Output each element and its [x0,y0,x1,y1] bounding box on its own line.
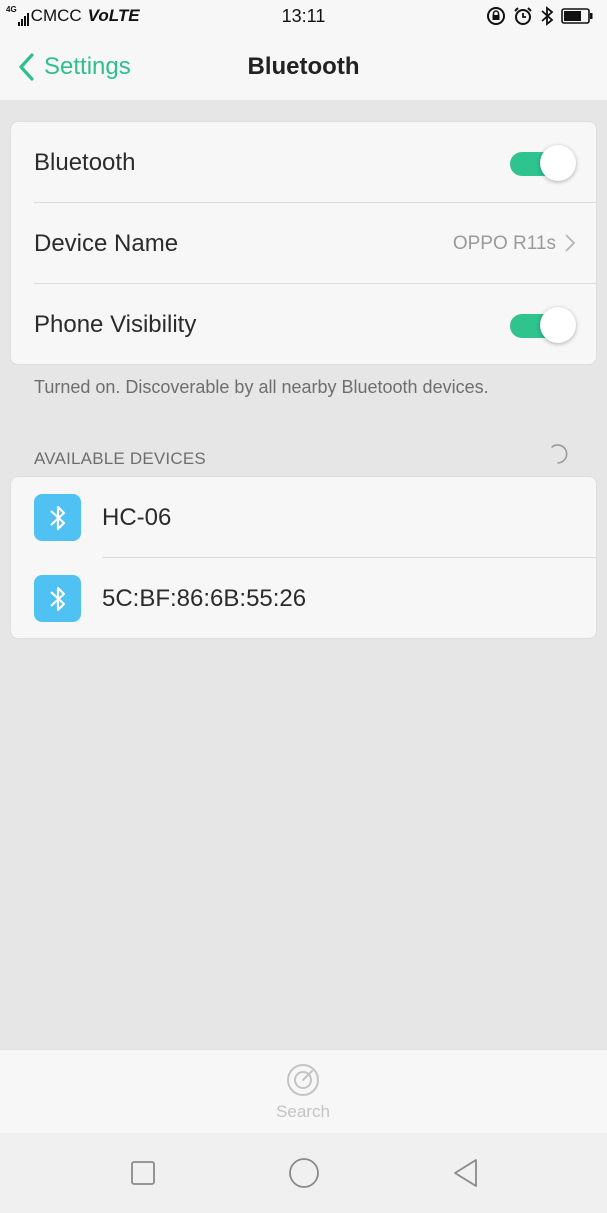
visibility-label: Phone Visibility [34,310,197,338]
device-row[interactable]: 5C:BF:86:6B:55:26 [11,558,596,638]
chevron-right-icon [565,234,576,252]
device-name-row[interactable]: Device Name OPPO R11s [11,203,596,284]
visibility-row: Phone Visibility [11,284,596,364]
bluetooth-icon [49,586,65,611]
rotation-lock-icon [487,7,505,25]
status-icons [486,6,593,26]
search-label: Search [276,1102,330,1121]
search-button[interactable]: Search [253,1058,353,1128]
device-name: HC-06 [102,503,172,531]
system-nav-bar [0,1133,607,1213]
device-name-label: Device Name [34,229,179,257]
bluetooth-device-icon [34,494,81,541]
bluetooth-icon [541,6,554,26]
bluetooth-device-icon [34,575,81,622]
chevron-left-icon [19,53,34,81]
device-name: 5C:BF:86:6B:55:26 [102,584,307,612]
toggle-knob [540,145,576,181]
bluetooth-icon [49,505,65,530]
back-button[interactable]: Settings [16,34,131,100]
device-row[interactable]: HC-06 [11,477,596,558]
recent-apps-icon[interactable] [125,1155,161,1191]
back-label: Settings [44,53,131,80]
toggle-knob [540,307,576,343]
nav-bar: Bluetooth Settings [0,34,607,100]
radar-search-icon [287,1064,319,1096]
available-devices-card: HC-06 5C:BF:86:6B:55:26 [10,476,597,639]
loading-spinner-icon [551,444,568,464]
device-name-value: OPPO R11s [452,232,556,254]
action-bar: Search [0,1049,607,1133]
visibility-note: Turned on. Discoverable by all nearby Bl… [34,377,489,397]
bluetooth-toggle[interactable] [510,143,576,183]
home-icon[interactable] [286,1155,322,1191]
bluetooth-row: Bluetooth [11,122,596,203]
status-bar: 4G CMCC VoLTE 13:11 [0,0,607,34]
back-triangle-icon[interactable] [448,1155,484,1191]
available-devices-header: AVAILABLE DEVICES [34,449,206,468]
visibility-toggle[interactable] [510,305,576,345]
bluetooth-label: Bluetooth [34,148,136,176]
alarm-icon [514,7,532,25]
battery-icon [561,8,593,24]
settings-card: Bluetooth Device Name OPPO R11s Phone Vi… [10,121,597,365]
